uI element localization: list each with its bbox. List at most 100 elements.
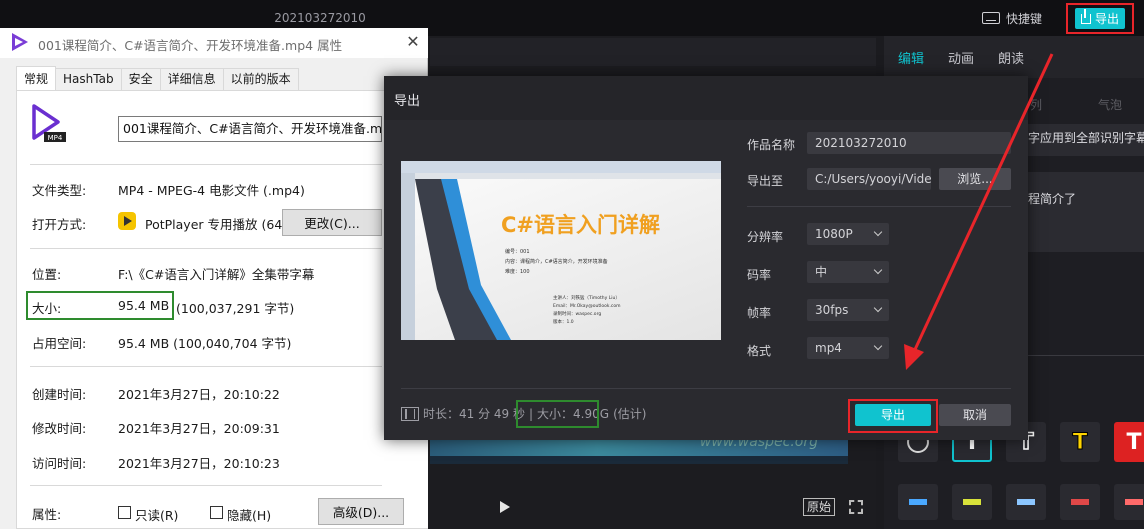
style-blue-bar-tile[interactable] (898, 484, 938, 520)
side-panel-tabs: 编辑 动画 朗读 (884, 36, 1144, 78)
divider (30, 248, 382, 249)
modified-value: 2021年3月27日，20:09:31 (118, 421, 280, 436)
tab-details[interactable]: 详细信息 (159, 68, 224, 90)
properties-title: 001课程简介、C#语言简介、开发环境准备.mp4 属性 (38, 38, 343, 53)
tab-security[interactable]: 安全 (120, 68, 161, 90)
chevron-down-icon (873, 227, 883, 237)
film-icon (401, 406, 419, 421)
modified-label: 修改时间: (32, 421, 87, 436)
top-export-highlight: 导出 (1066, 3, 1134, 34)
filename-field[interactable]: 001课程简介、C#语言简介、开发环境准备.mp4 (118, 116, 382, 142)
video-file-icon (12, 33, 28, 51)
advanced-button[interactable]: 高级(D)... (318, 498, 404, 525)
estimate-note: (估计) (613, 407, 647, 421)
text-style-row-2 (898, 484, 1144, 520)
style-pink-bar-tile[interactable] (1114, 484, 1144, 520)
fullscreen-icon[interactable] (849, 500, 863, 514)
subtab-a[interactable]: 列 (1030, 96, 1042, 113)
tab-previous-versions[interactable]: 以前的版本 (222, 68, 299, 90)
name-label: 作品名称 (747, 138, 796, 152)
slide-info: 编号：001 内容：课程简介，C#语言简介，开发环境准备 难度：100 (505, 247, 608, 277)
play-icon[interactable] (500, 501, 510, 513)
original-ratio-button[interactable]: 原始 (803, 498, 836, 516)
slide-line: 难度：100 (505, 269, 530, 275)
top-export-label: 导出 (1094, 12, 1119, 26)
slide-line: Email：Mr.Okay@outlook.com (553, 304, 621, 309)
style-red-bar-tile[interactable] (1060, 484, 1100, 520)
close-icon[interactable]: ✕ (402, 31, 424, 53)
file-type-label: 文件类型: (32, 183, 87, 198)
disk-size-value: 95.4 MB (100,040,704 字节) (118, 336, 292, 351)
cancel-button[interactable]: 取消 (939, 404, 1011, 426)
change-button[interactable]: 更改(C)... (282, 209, 382, 236)
size-bytes: (100,037,291 字节) (176, 301, 295, 316)
format-select[interactable]: mp4 (807, 337, 889, 359)
slide-author: 主讲人：刘铁猛（Timothy Liu） Email：Mr.Okay@outlo… (553, 295, 621, 327)
keyboard-icon (982, 12, 1000, 24)
size-highlight-box (516, 400, 599, 428)
created-value: 2021年3月27日，20:10:22 (118, 387, 280, 402)
resolution-select[interactable]: 1080P (807, 223, 889, 245)
created-label: 创建时间: (32, 387, 87, 402)
chevron-down-icon (873, 265, 883, 275)
style-cyan-bar-tile[interactable] (1006, 484, 1046, 520)
properties-tabs: 常规 HashTab 安全 详细信息 以前的版本 (16, 66, 299, 91)
readonly-label: 只读(R) (135, 508, 179, 523)
attributes-label: 属性: (32, 507, 62, 522)
name-input[interactable]: 202103272010 (807, 132, 1011, 154)
export-path-input[interactable]: C:/Users/yooyi/Videos (807, 168, 931, 190)
subtab-bubble[interactable]: 气泡 (1098, 96, 1122, 113)
subtitle-text-box[interactable]: 程简介了 (1024, 172, 1144, 252)
apply-all-subtitles-option[interactable]: 字应用到全部识别字幕 (1024, 124, 1144, 156)
tab-edit[interactable]: 编辑 (898, 48, 924, 67)
mp4-file-icon: MP4 (32, 104, 66, 142)
tab-animation[interactable]: 动画 (948, 48, 974, 67)
export-dialog-header (384, 76, 1028, 120)
hidden-checkbox[interactable] (210, 506, 223, 519)
shortcut-button[interactable]: 快捷键 (978, 7, 1050, 29)
file-type-value: MP4 - MPEG-4 电影文件 (.mp4) (118, 183, 305, 198)
style-red-tile[interactable]: T (1114, 422, 1144, 462)
bitrate-value: 中 (815, 265, 828, 279)
location-value: F:\《C#语言入门详解》全集带字幕 (118, 267, 315, 282)
tab-read-aloud[interactable]: 朗读 (998, 48, 1024, 67)
open-with-value: PotPlayer 专用播放 (64 (145, 217, 283, 232)
accessed-label: 访问时间: (32, 456, 87, 471)
potplayer-icon (118, 212, 136, 230)
export-icon (1080, 8, 1091, 24)
location-label: 位置: (32, 267, 62, 282)
slide-line: 主讲人：刘铁猛（Timothy Liu） (553, 296, 620, 301)
format-value: mp4 (815, 341, 842, 355)
video-thumbnail: C#语言入门详解 编号：001 内容：课程简介，C#语言简介，开发环境准备 难度… (401, 161, 721, 340)
resolution-label: 分辨率 (747, 230, 784, 244)
divider (30, 485, 382, 486)
preview-taskbar (430, 456, 848, 464)
export-path-label: 导出至 (747, 174, 784, 188)
divider (30, 164, 382, 165)
shortcut-label: 快捷键 (1006, 11, 1043, 26)
tab-general[interactable]: 常规 (16, 66, 57, 90)
browse-button[interactable]: 浏览... (939, 168, 1011, 190)
side-divider (1024, 355, 1144, 356)
disk-size-label: 占用空间: (32, 336, 87, 351)
tab-hashtab[interactable]: HashTab (55, 68, 122, 90)
slide-line: 编号：001 (505, 249, 530, 255)
bitrate-label: 码率 (747, 268, 772, 282)
resolution-value: 1080P (815, 227, 853, 241)
preview-header (430, 38, 876, 66)
dialog-divider (747, 206, 1011, 207)
chevron-down-icon (873, 303, 883, 313)
style-yellow-bar-tile[interactable] (952, 484, 992, 520)
bitrate-select[interactable]: 中 (807, 261, 889, 283)
framerate-label: 帧率 (747, 306, 772, 320)
export-button[interactable]: 导出 (855, 404, 931, 426)
readonly-checkbox[interactable] (118, 506, 131, 519)
slide-line: 录制时间：waspec.org (553, 312, 602, 317)
style-yellow-tile[interactable]: T (1060, 422, 1100, 462)
chevron-down-icon (873, 341, 883, 351)
open-with-label: 打开方式: (32, 217, 87, 232)
framerate-select[interactable]: 30fps (807, 299, 889, 321)
mp4-icon-label: MP4 (48, 134, 63, 142)
top-export-button[interactable]: 导出 (1074, 8, 1125, 29)
slide-line: 内容：课程简介，C#语言简介，开发环境准备 (505, 259, 608, 265)
